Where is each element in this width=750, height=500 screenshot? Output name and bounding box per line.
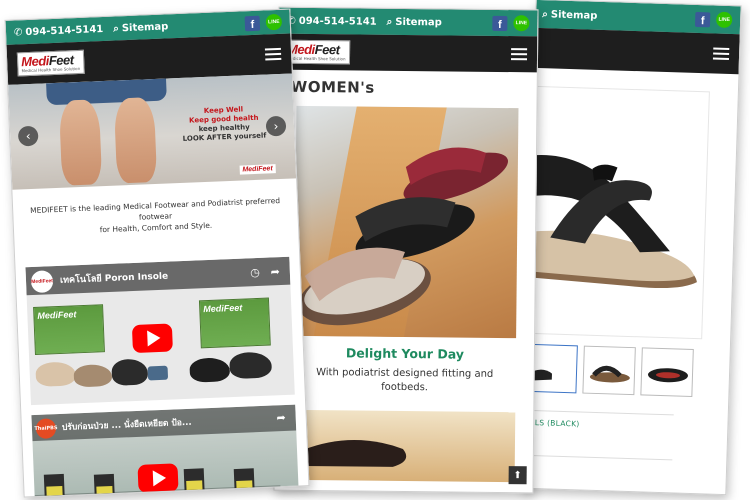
medifeet-logo[interactable]: MediFeet Medical Health Shoe Solution xyxy=(282,39,350,65)
thumbnail-2-image xyxy=(589,365,630,383)
line-icon[interactable]: LINE xyxy=(715,11,733,29)
hero-carousel[interactable]: Keep Well Keep good health keep healthy … xyxy=(8,73,297,190)
sitemap-link[interactable]: ⌕ Sitemap xyxy=(113,21,169,34)
phone-home-page: ✆ 094-514-5141 ⌕ Sitemap f LINE MediFeet… xyxy=(4,8,310,498)
play-button-icon[interactable] xyxy=(131,323,173,354)
facebook-icon[interactable]: f xyxy=(244,15,261,31)
sandals-illustration xyxy=(298,147,508,326)
phone-link[interactable]: ✆ 094-514-5141 xyxy=(14,23,104,38)
sitemap-label: Sitemap xyxy=(550,8,598,22)
main-navbar xyxy=(534,27,740,75)
search-icon: ⌕ xyxy=(542,8,549,20)
phone-number: 094-514-5141 xyxy=(298,15,377,28)
section-title: WOMEN's xyxy=(290,77,375,97)
product-main-image xyxy=(526,85,710,340)
intro-text: MEDIFEET is the leading Medical Footwear… xyxy=(29,196,281,235)
black-flat-shoe xyxy=(302,439,407,467)
search-icon: ⌕ xyxy=(113,22,120,35)
thumbnail-3[interactable] xyxy=(640,347,694,398)
divider xyxy=(522,454,673,461)
watch-later-icon[interactable]: ◷ xyxy=(250,266,260,279)
phone-link[interactable]: ✆ 094-514-5141 xyxy=(287,15,376,27)
hero-logo: MediFeet xyxy=(239,164,276,175)
hamburger-menu-icon[interactable] xyxy=(510,48,528,61)
main-navbar: MediFeet Medical Health Shoe Solution xyxy=(278,33,538,73)
sitemap-link[interactable]: ⌕ Sitemap xyxy=(542,9,597,22)
carousel-next-button[interactable]: › xyxy=(265,115,287,137)
phone-icon: ✆ xyxy=(13,26,23,39)
share-icon[interactable]: ➦ xyxy=(276,411,286,424)
hero-tagline: Keep Well Keep good health keep healthy … xyxy=(182,105,267,143)
video-poron-insole[interactable]: MediFeet MediFeet เทคโนโลยี Poron Insole… xyxy=(25,256,295,406)
sitemap-label: Sitemap xyxy=(121,20,169,34)
share-icon[interactable]: ➦ xyxy=(270,265,280,278)
phone-product-detail: ⌕ Sitemap f LINE DALS (BLACK) xyxy=(520,0,742,496)
carousel-prev-button[interactable]: ‹ xyxy=(17,125,39,147)
sandals-hero-image[interactable] xyxy=(294,105,519,339)
black-sandal-image xyxy=(526,154,697,288)
screenshot-stage: ⌕ Sitemap f LINE DALS (BLACK) ✆ 094-514-… xyxy=(0,0,750,500)
play-button-icon[interactable] xyxy=(137,463,179,493)
phone-number: 094-514-5141 xyxy=(25,23,104,38)
sitemap-link[interactable]: ⌕ Sitemap xyxy=(387,16,442,28)
top-contact-bar: ✆ 094-514-5141 ⌕ Sitemap f LINE xyxy=(279,7,538,37)
divider xyxy=(523,409,674,416)
shoe-banner-image[interactable] xyxy=(292,409,516,483)
sitemap-label: Sitemap xyxy=(395,16,442,28)
product-thumbnails xyxy=(524,343,694,398)
back-to-top-button[interactable]: ⬆ xyxy=(508,466,527,485)
subheadline: With podiatrist designed fitting and foo… xyxy=(316,367,494,394)
facebook-icon[interactable]: f xyxy=(492,15,508,31)
headline: Delight Your Day xyxy=(345,345,465,362)
phone-womens-page: ✆ 094-514-5141 ⌕ Sitemap f LINE MediFeet… xyxy=(273,6,539,494)
line-icon[interactable]: LINE xyxy=(265,13,283,31)
product-box: MediFeet xyxy=(33,304,105,355)
video-stretching[interactable]: ปรับก่อนป่วย ... นั่งยืดเหยียด ป้อ... Th… xyxy=(31,404,300,498)
hamburger-menu-icon[interactable] xyxy=(712,47,730,60)
thumbnail-3-image xyxy=(647,368,688,383)
line-icon[interactable]: LINE xyxy=(513,15,530,32)
hamburger-menu-icon[interactable] xyxy=(264,47,282,61)
thumbnail-2[interactable] xyxy=(582,345,636,396)
facebook-icon[interactable]: f xyxy=(694,11,711,27)
search-icon: ⌕ xyxy=(386,16,393,28)
product-box: MediFeet xyxy=(198,297,271,349)
medifeet-logo[interactable]: MediFeet Medical Health Shoe Solution xyxy=(16,49,85,77)
